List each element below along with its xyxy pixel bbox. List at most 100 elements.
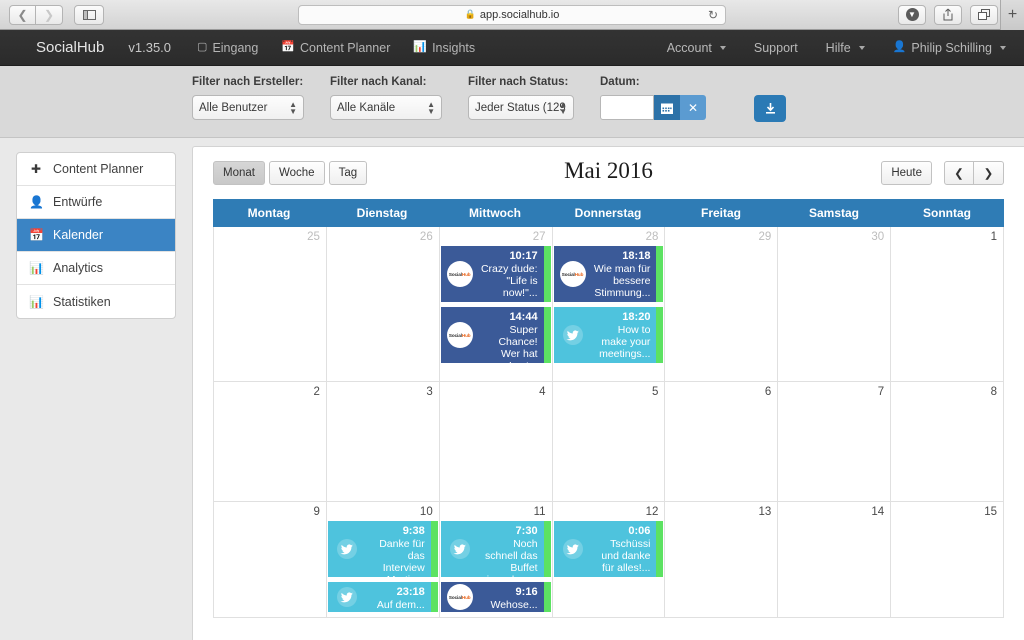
plus-icon[interactable]: + xyxy=(1000,0,1024,30)
calendar-event[interactable]: 23:18 Auf dem... xyxy=(327,582,438,612)
weekday-dienstag: Dienstag xyxy=(326,199,439,227)
calendar-day-cell[interactable]: 29 xyxy=(665,227,779,382)
calendar-event[interactable]: SocialHub14:44Super Chance! Wer hat Lust… xyxy=(440,307,551,363)
calendar-day-cell[interactable]: 1 xyxy=(891,227,1005,382)
nav-item-label: Eingang xyxy=(212,40,259,55)
day-number: 3 xyxy=(426,386,433,398)
event-time: 18:20 xyxy=(622,311,651,323)
calendar-day-cell[interactable]: 15 xyxy=(891,502,1005,618)
filter-status-value: Jeder Status (129 xyxy=(475,101,566,114)
nav-item-eingang[interactable]: ▢ Eingang xyxy=(197,41,258,55)
download-icon[interactable]: ▼ xyxy=(898,4,926,25)
nav-item-account[interactable]: Account xyxy=(667,41,726,55)
event-time: 0:06 xyxy=(628,525,651,537)
event-avatar: SocialHub xyxy=(554,246,592,302)
calendar-day-cell[interactable]: 14 xyxy=(778,502,892,618)
date-picker-button[interactable] xyxy=(654,95,680,120)
calendar-event[interactable]: SocialHub 18:18 Wie man für bessere Stimmu… xyxy=(553,246,664,302)
calendar-day-cell[interactable]: 28 SocialHub 18:18 Wie man für bessere Stim… xyxy=(552,227,666,382)
sidebar-item-analytics[interactable]: 📊 Analytics xyxy=(17,252,175,285)
filter-creator-select[interactable]: Alle Benutzer ▲ ▼ xyxy=(192,95,304,120)
nav-item-user-menu[interactable]: 👤 Philip Schilling xyxy=(893,41,1006,55)
chevron-right-icon[interactable]: ❯ xyxy=(974,161,1004,185)
twitter-icon xyxy=(334,536,360,562)
event-status-strip xyxy=(656,246,664,302)
calendar-day-cell[interactable]: 12 0:06 Tschüssi und danke für alles!... xyxy=(552,502,666,618)
calendar-day-cell[interactable]: 8 xyxy=(891,382,1005,502)
export-button[interactable] xyxy=(754,95,786,122)
event-avatar: SocialHub xyxy=(441,582,479,612)
calendar-day-cell[interactable]: 11 7:30Noch schnell das Buffet einpacken.… xyxy=(439,502,553,618)
chevron-left-icon[interactable]: ❮ xyxy=(944,161,974,185)
calendar-day-cell[interactable]: 3 xyxy=(326,382,440,502)
calendar-day-cell[interactable]: 30 xyxy=(778,227,892,382)
calendar-event[interactable]: 7:30Noch schnell das Buffet einpacken... xyxy=(440,521,551,577)
event-body: 7:30Noch schnell das Buffet einpacken... xyxy=(479,521,544,577)
event-status-strip xyxy=(430,582,438,612)
event-time: 9:16 xyxy=(515,586,538,598)
share-icon[interactable] xyxy=(934,4,962,25)
nav-item-insights[interactable]: 📊 Insights xyxy=(413,41,475,55)
calendar-week-row: 2 3 4 5 6 7 8 xyxy=(213,382,1005,502)
day-number: 30 xyxy=(871,231,885,243)
prev-next-group: ❮ ❯ xyxy=(944,161,1004,185)
browser-toolbar-right: ▼ xyxy=(898,4,998,25)
sidebar-menu: ✚ Content Planner 👤 Entwürfe 📅 Kalender … xyxy=(16,152,176,319)
calendar-event[interactable]: SocialHub 10:17 Crazy dude: "Life is now!"… xyxy=(440,246,551,302)
nav-item-hilfe[interactable]: Hilfe xyxy=(826,41,865,55)
address-bar[interactable]: 🔒 app.socialhub.io ↻ xyxy=(298,4,726,25)
nav-item-label: Content Planner xyxy=(300,40,391,55)
calendar-day-cell[interactable]: 4 xyxy=(439,382,553,502)
calendar-icon: 📅 xyxy=(29,228,44,242)
calendar-day-cell[interactable]: 6 xyxy=(665,382,779,502)
nav-item-label: Hilfe xyxy=(825,40,851,55)
event-status-strip xyxy=(543,582,551,612)
calendar-day-cell[interactable]: 2 xyxy=(214,382,327,502)
calendar-day-cell[interactable]: 7 xyxy=(778,382,892,502)
calendar-day-cell[interactable]: 13 xyxy=(665,502,779,618)
filter-channel-label: Filter nach Kanal: xyxy=(330,76,427,88)
plus-icon: ✚ xyxy=(30,162,42,176)
calendar-day-cell[interactable]: 25 xyxy=(214,227,327,382)
day-number: 13 xyxy=(758,506,772,518)
sidebar-item-content-planner[interactable]: ✚ Content Planner xyxy=(17,153,175,186)
calendar-day-cell[interactable]: 10 9:38Danke für das Interview Martin... 2… xyxy=(326,502,440,618)
calendar-event[interactable]: SocialHub 9:16 Wehose... xyxy=(440,582,551,612)
calendar-event[interactable]: 18:20 How to make your meetings... xyxy=(553,307,664,363)
calendar-day-cell[interactable]: 5 xyxy=(552,382,666,502)
calendar-event[interactable]: 9:38Danke für das Interview Martin... xyxy=(327,521,438,577)
reload-icon[interactable]: ↻ xyxy=(708,8,718,22)
event-status-strip xyxy=(543,307,551,363)
calendar-week-row: 25 26 27 SocialHub 10:17 Crazy dude: "Life is… xyxy=(213,227,1005,382)
sidebar-item-label: Statistiken xyxy=(53,294,111,309)
forward-arrow-icon[interactable]: ❯ xyxy=(36,4,63,25)
filter-status-select[interactable]: Jeder Status (129 ▲ ▼ xyxy=(468,95,574,120)
sidebar-item-statistiken[interactable]: 📊 Statistiken xyxy=(17,285,175,318)
event-text: Super Chance! Wer hat Lust... xyxy=(498,324,538,363)
date-input[interactable] xyxy=(600,95,654,120)
brand-logo[interactable]: SocialHub xyxy=(36,39,104,56)
today-button[interactable]: Heute xyxy=(881,161,932,185)
calendar-day-cell[interactable]: 9 xyxy=(214,502,327,618)
event-status-strip xyxy=(656,521,664,577)
sidebar-item-kalender[interactable]: 📅 Kalender xyxy=(17,219,175,252)
event-avatar: SocialHub xyxy=(441,246,479,302)
calendar-day-cell[interactable]: 27 SocialHub 10:17 Crazy dude: "Life is now… xyxy=(439,227,553,382)
tabs-icon[interactable] xyxy=(970,4,998,25)
calendar-event[interactable]: 0:06 Tschüssi und danke für alles!... xyxy=(553,521,664,577)
date-clear-button[interactable]: ✕ xyxy=(680,95,706,120)
calendar-day-cell[interactable]: 26 xyxy=(326,227,440,382)
day-number: 15 xyxy=(984,506,998,518)
back-arrow-icon[interactable]: ❮ xyxy=(9,4,36,25)
weekday-header: Montag Dienstag Mittwoch Donnerstag Frei… xyxy=(213,199,1004,227)
calendar-icon: 📅 xyxy=(281,41,296,53)
event-body: 9:16 Wehose... xyxy=(479,582,544,612)
nav-item-content-planner[interactable]: 📅 Content Planner xyxy=(281,41,390,55)
nav-item-support[interactable]: Support xyxy=(754,41,798,55)
weekday-samstag: Samstag xyxy=(778,199,891,227)
day-number: 1 xyxy=(990,231,998,243)
sidebar-toggle-icon[interactable] xyxy=(74,4,104,25)
filter-channel-select[interactable]: Alle Kanäle ▲ ▼ xyxy=(330,95,442,120)
sidebar-item-entwuerfe[interactable]: 👤 Entwürfe xyxy=(17,186,175,219)
weekday-montag: Montag xyxy=(213,199,326,227)
